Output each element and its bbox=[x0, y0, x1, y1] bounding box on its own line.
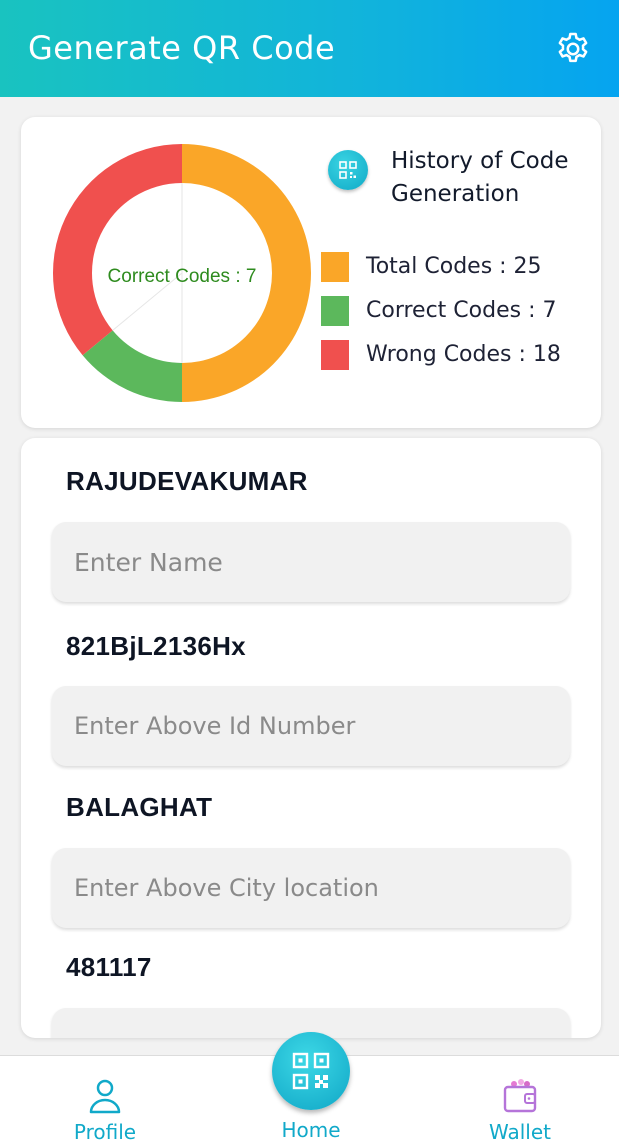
name-input[interactable] bbox=[52, 522, 570, 602]
donut-slice-wrong-codes bbox=[53, 144, 182, 356]
wallet-icon bbox=[503, 1079, 537, 1113]
page-title: Generate QR Code bbox=[28, 29, 336, 67]
legend-label-wrong: Wrong Codes : 18 bbox=[366, 342, 561, 367]
legend-swatch-wrong bbox=[321, 340, 349, 370]
nav-profile-label: Profile bbox=[73, 1120, 137, 1144]
id-number-input[interactable] bbox=[52, 686, 570, 766]
nav-wallet-label: Wallet bbox=[488, 1120, 551, 1144]
history-title: History of Code Generation bbox=[391, 148, 569, 207]
legend-swatch-total bbox=[321, 252, 349, 282]
qr-scan-icon bbox=[292, 1052, 330, 1090]
name-reference-label: RAJUDEVAKUMAR bbox=[66, 466, 308, 496]
code-history-card: Correct Codes : 7 History of Code Genera… bbox=[21, 117, 601, 428]
legend-label-total: Total Codes : 25 bbox=[366, 254, 542, 279]
person-icon bbox=[89, 1079, 121, 1114]
id-reference-label: 821BjL2136Hx bbox=[66, 631, 246, 661]
qr-code-icon bbox=[328, 150, 368, 190]
legend-swatch-correct bbox=[321, 296, 349, 326]
code-history-donut-chart: Correct Codes : 7 bbox=[53, 144, 311, 402]
pincode-reference-label: 481117 bbox=[66, 952, 152, 982]
qr-form-card: RAJUDEVAKUMAR 821BjL2136Hx BALAGHAT 4811… bbox=[21, 438, 601, 1038]
app-header: Generate QR Code bbox=[0, 0, 619, 97]
city-reference-label: BALAGHAT bbox=[66, 792, 213, 822]
nav-wallet[interactable]: Wallet bbox=[475, 1076, 565, 1144]
nav-home-label: Home bbox=[281, 1118, 341, 1142]
donut-center-label: Correct Codes : 7 bbox=[108, 266, 257, 287]
legend-label-correct: Correct Codes : 7 bbox=[366, 298, 557, 323]
city-input[interactable] bbox=[52, 848, 570, 928]
nav-profile[interactable]: Profile bbox=[60, 1076, 150, 1144]
nav-home-button[interactable] bbox=[272, 1032, 350, 1110]
gear-icon[interactable] bbox=[554, 30, 592, 68]
